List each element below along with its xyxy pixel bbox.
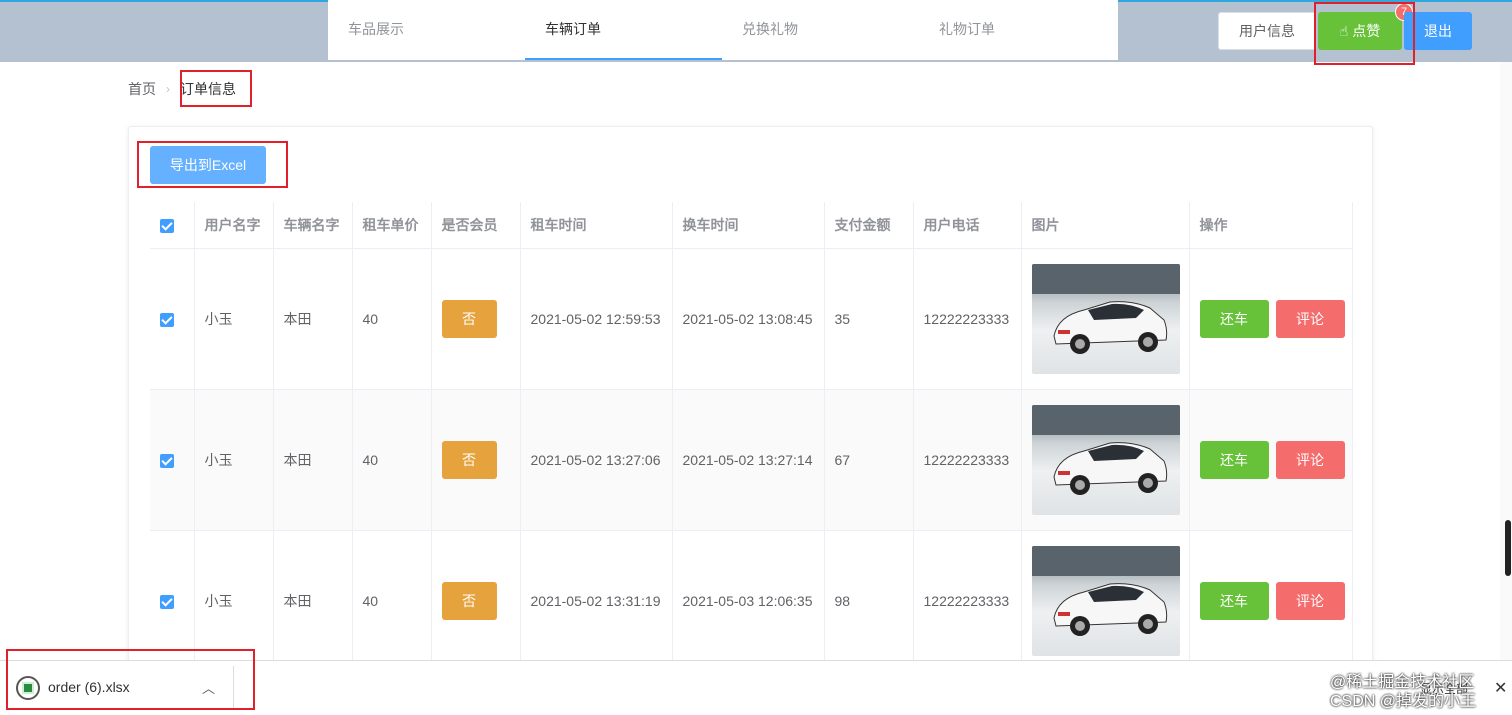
cell-phone: 12222223333: [913, 389, 1022, 531]
cell-car: 本田: [273, 389, 353, 531]
col-header-user: 用户名字: [194, 202, 274, 249]
scrollbar-thumb[interactable]: [1505, 520, 1511, 576]
return-car-button[interactable]: 还车: [1199, 299, 1269, 338]
row-checkbox[interactable]: [150, 248, 195, 390]
orders-table: 用户名字 车辆名字 租车单价 是否会员 租车时间 换车时间 支付金额 用户电话 …: [150, 202, 1353, 672]
cell-actions: 还车 评论: [1189, 389, 1353, 531]
cell-image: [1021, 530, 1190, 672]
main-nav: 车品展示 车辆订单 兑换礼物 礼物订单: [328, 0, 1118, 60]
comment-button[interactable]: 评论: [1275, 581, 1345, 620]
select-all-checkbox[interactable]: [150, 202, 195, 249]
table-header-row: 用户名字 车辆名字 租车单价 是否会员 租车时间 换车时间 支付金额 用户电话 …: [150, 202, 1353, 249]
tab-car-display[interactable]: 车品展示: [328, 0, 525, 60]
close-icon[interactable]: ✕: [1494, 678, 1507, 698]
watermark-line-2: CSDN @掉发的小王: [1330, 693, 1477, 710]
cell-price: 40: [352, 389, 432, 531]
table-row: 小玉 本田 40 否 2021-05-02 13:27:06 2021-05-0…: [150, 389, 1353, 531]
car-icon: [1031, 404, 1180, 495]
cell-image: [1021, 248, 1190, 390]
cell-return-time: 2021-05-03 12:06:35: [672, 530, 825, 672]
table-row: 小玉 本田 40 否 2021-05-02 13:31:19 2021-05-0…: [150, 530, 1353, 672]
cell-user: 小玉: [194, 389, 274, 531]
cell-member: 否: [431, 389, 521, 531]
car-icon: [1031, 545, 1180, 636]
cell-amount: 98: [824, 530, 914, 672]
checkbox-checked-icon: [160, 453, 174, 468]
table-row: 小玉 本田 40 否 2021-05-02 12:59:53 2021-05-0…: [150, 248, 1353, 390]
checkbox-checked-icon: [160, 594, 174, 609]
comment-button[interactable]: 评论: [1275, 299, 1345, 338]
chevron-right-icon: ›: [166, 82, 170, 96]
tab-exchange-gifts[interactable]: 兑换礼物: [722, 0, 919, 60]
col-header-return-time: 换车时间: [672, 202, 825, 249]
watermark-line-1: @稀土掘金技术社区: [1330, 674, 1475, 691]
col-header-member: 是否会员: [431, 202, 521, 249]
tab-gift-orders[interactable]: 礼物订单: [919, 0, 1116, 60]
col-header-actions: 操作: [1189, 202, 1353, 249]
breadcrumb-home[interactable]: 首页: [128, 79, 156, 99]
return-car-button[interactable]: 还车: [1199, 581, 1269, 620]
col-header-image: 图片: [1021, 202, 1190, 249]
col-header-car: 车辆名字: [273, 202, 353, 249]
row-checkbox[interactable]: [150, 389, 195, 531]
cell-return-time: 2021-05-02 13:08:45: [672, 248, 825, 390]
highlight-box-export: [137, 141, 288, 188]
cell-car: 本田: [273, 248, 353, 390]
tab-car-orders[interactable]: 车辆订单: [525, 0, 722, 60]
cell-price: 40: [352, 248, 432, 390]
member-tag: 否: [441, 299, 497, 338]
cell-phone: 12222223333: [913, 530, 1022, 672]
car-icon: [1031, 263, 1180, 354]
cell-price: 40: [352, 530, 432, 672]
cell-rent-time: 2021-05-02 13:27:06: [520, 389, 673, 531]
cell-actions: 还车 评论: [1189, 248, 1353, 390]
cell-member: 否: [431, 530, 521, 672]
highlight-box-like: [1314, 2, 1415, 65]
member-tag: 否: [441, 440, 497, 479]
col-header-phone: 用户电话: [913, 202, 1022, 249]
col-header-rent-time: 租车时间: [520, 202, 673, 249]
car-image: [1031, 404, 1180, 515]
highlight-box-breadcrumb: [180, 70, 252, 107]
col-header-amount: 支付金额: [824, 202, 914, 249]
cell-rent-time: 2021-05-02 12:59:53: [520, 248, 673, 390]
cell-amount: 67: [824, 389, 914, 531]
cell-amount: 35: [824, 248, 914, 390]
comment-button[interactable]: 评论: [1275, 440, 1345, 479]
cell-image: [1021, 389, 1190, 531]
cell-car: 本田: [273, 530, 353, 672]
car-image: [1031, 545, 1180, 656]
cell-member: 否: [431, 248, 521, 390]
checkbox-checked-icon: [160, 218, 174, 233]
cell-actions: 还车 评论: [1189, 530, 1353, 672]
user-info-button[interactable]: 用户信息: [1218, 12, 1316, 50]
return-car-button[interactable]: 还车: [1199, 440, 1269, 479]
checkbox-checked-icon: [160, 312, 174, 327]
highlight-box-download: [6, 649, 255, 710]
cell-rent-time: 2021-05-02 13:31:19: [520, 530, 673, 672]
cell-user: 小玉: [194, 248, 274, 390]
watermark: @稀土掘金技术社区 CSDN @掉发的小王: [1330, 673, 1476, 711]
cell-return-time: 2021-05-02 13:27:14: [672, 389, 825, 531]
cell-phone: 12222223333: [913, 248, 1022, 390]
col-header-price: 租车单价: [352, 202, 432, 249]
car-image: [1031, 263, 1180, 374]
member-tag: 否: [441, 581, 497, 620]
